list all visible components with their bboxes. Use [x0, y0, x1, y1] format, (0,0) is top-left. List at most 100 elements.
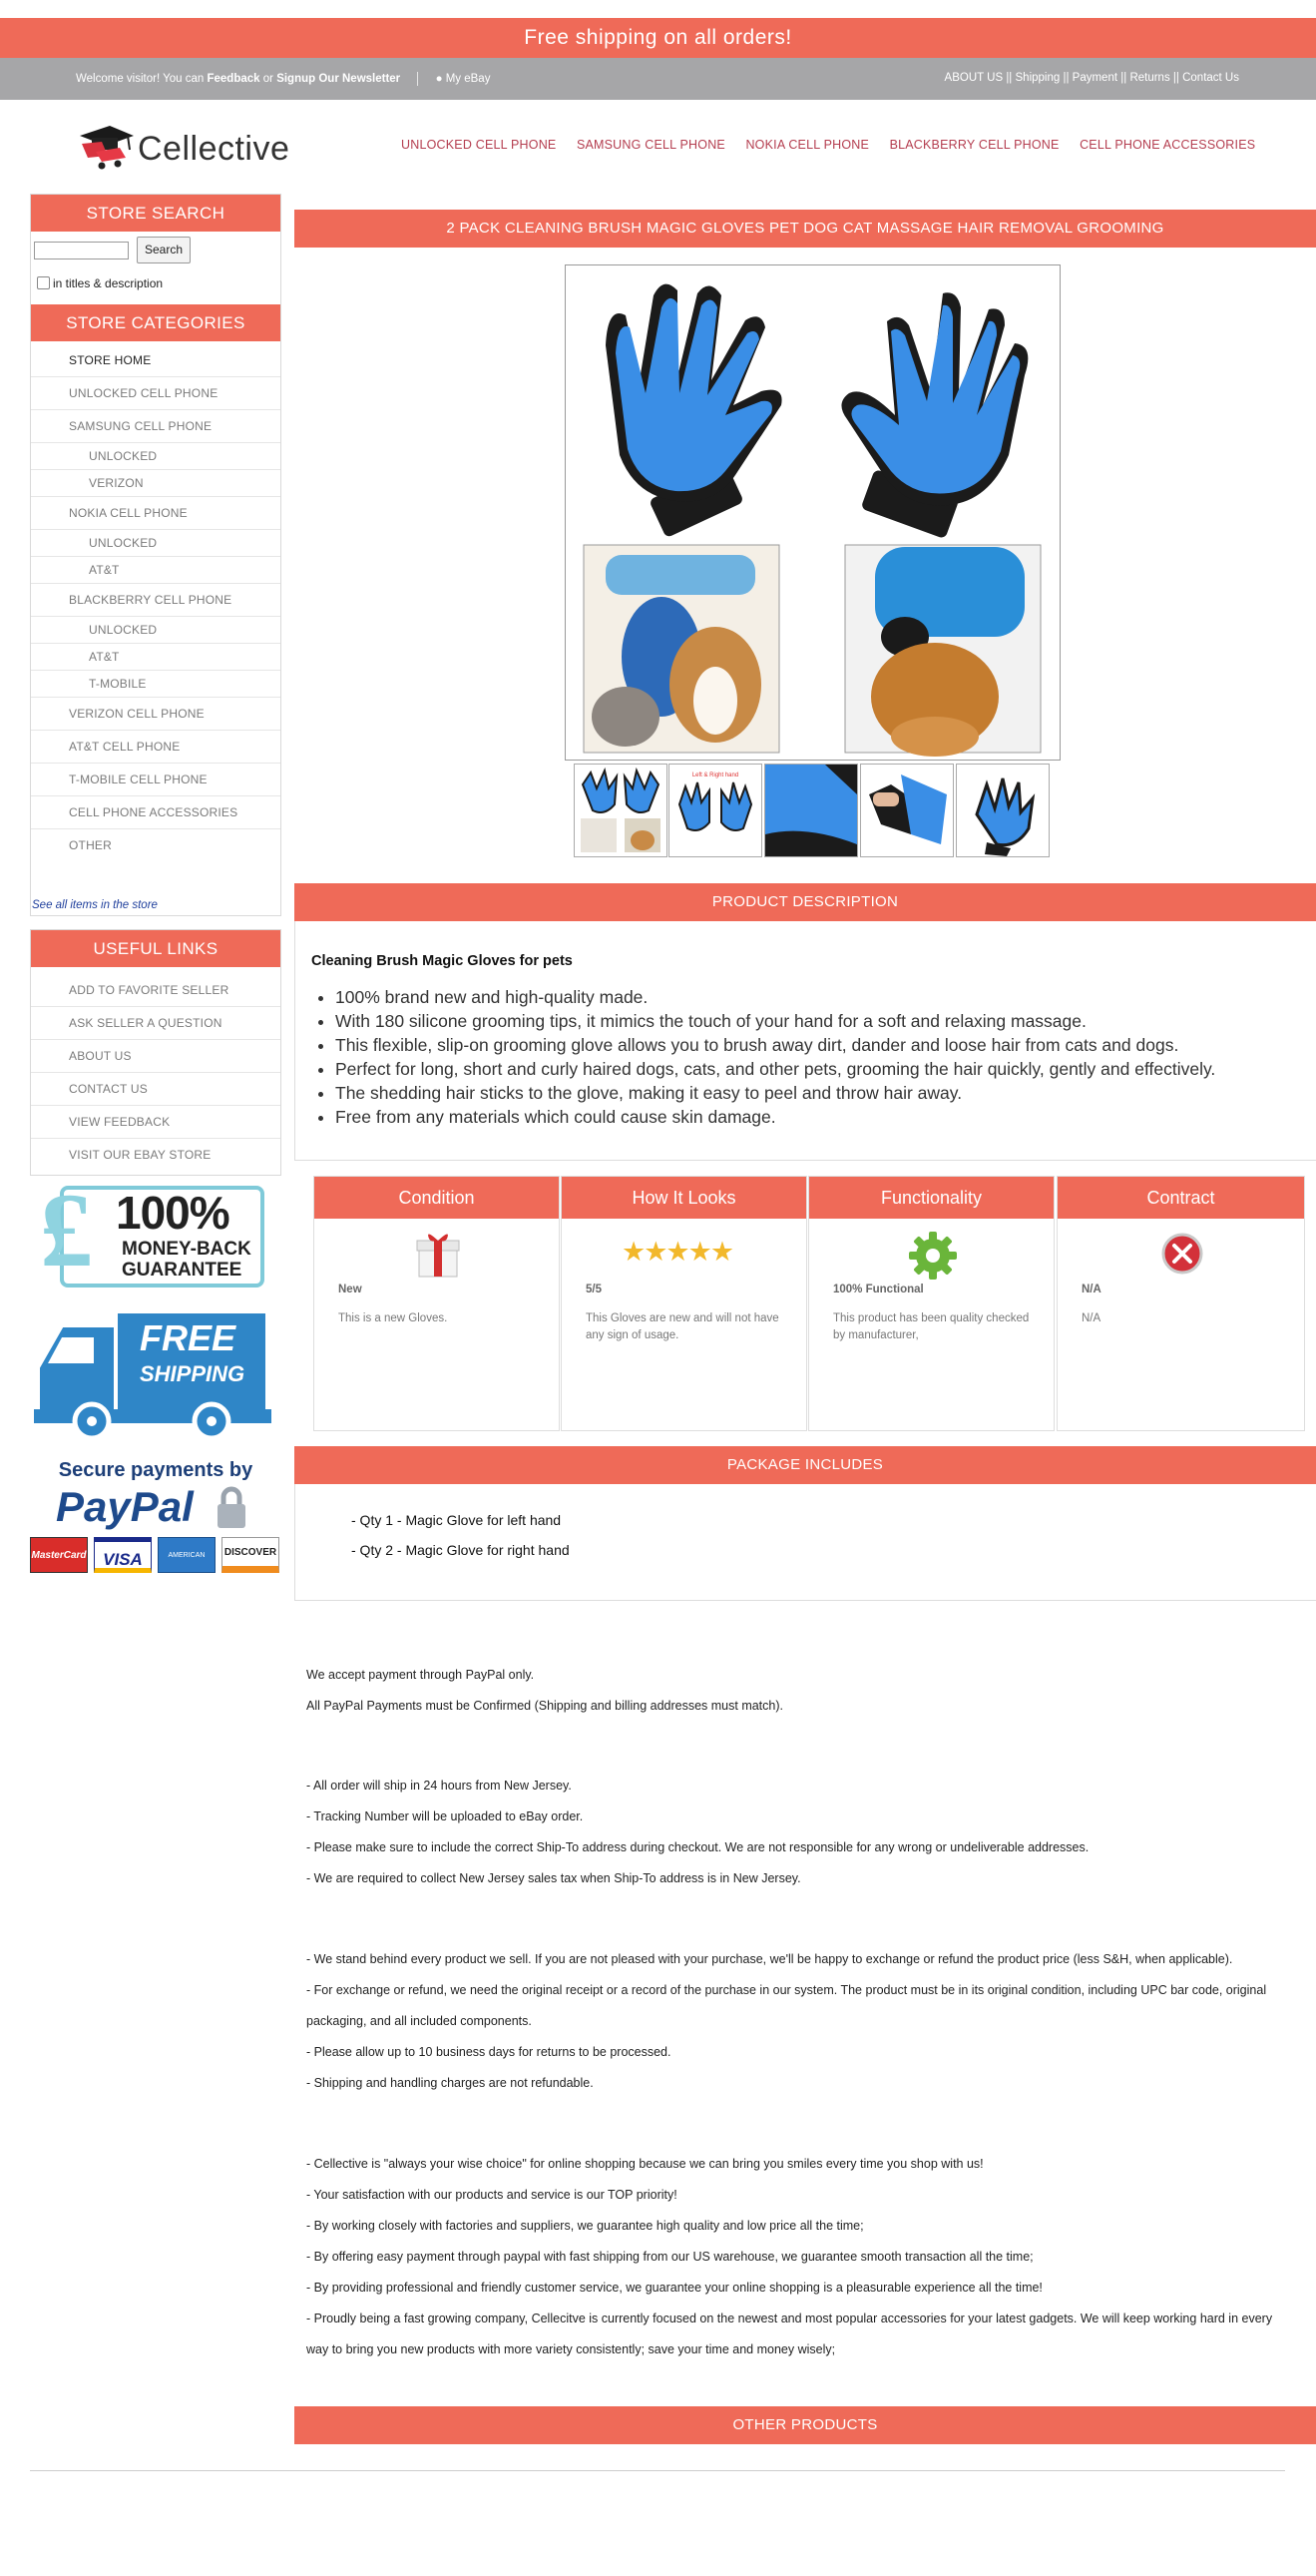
money-back-guarantee-badge: £ 100% MONEY-BACK GUARANTEE	[40, 1172, 267, 1291]
link-separator: ||	[1120, 72, 1127, 84]
category-item[interactable]: OTHER	[31, 829, 280, 862]
thumbnail-glove-hand-icon	[869, 774, 947, 844]
category-item[interactable]: CELL PHONE ACCESSORIES	[31, 796, 280, 829]
category-item[interactable]: SAMSUNG CELL PHONE	[31, 410, 280, 443]
store-logo[interactable]: Cellective	[76, 122, 305, 172]
nav-unlocked-cell-phone[interactable]: UNLOCKED CELL PHONE	[401, 138, 556, 152]
feature-header: How It Looks	[562, 1177, 806, 1219]
thumbnail-single-glove-icon	[975, 777, 1036, 856]
lock-icon	[218, 1486, 245, 1528]
store-categories-header: STORE CATEGORIES	[31, 304, 280, 341]
category-item[interactable]: UNLOCKED	[31, 530, 280, 557]
category-item[interactable]: UNLOCKED	[31, 617, 280, 644]
description-bullet: Free from any materials which could caus…	[335, 1105, 1215, 1129]
main-product-image[interactable]	[565, 264, 1061, 761]
link-separator: ||	[1006, 72, 1013, 84]
category-item[interactable]: T-MOBILE CELL PHONE	[31, 764, 280, 796]
american-express-logo: AMERICAN EXPRESS	[158, 1537, 216, 1595]
nav-nokia-cell-phone[interactable]: NOKIA CELL PHONE	[745, 138, 869, 152]
link-separator: ||	[1172, 72, 1179, 84]
gear-icon	[909, 1232, 957, 1280]
category-item[interactable]: UNLOCKED CELL PHONE	[31, 377, 280, 410]
header-link-returns[interactable]: Returns	[1129, 72, 1169, 84]
description-bullets: 100% brand new and high-quality made. Wi…	[307, 985, 1215, 1129]
store-search-button[interactable]: Search	[137, 237, 191, 263]
other-products-header: OTHER PRODUCTS	[294, 2406, 1316, 2444]
header-link-about-us[interactable]: ABOUT US	[945, 72, 1004, 84]
nav-blackberry-cell-phone[interactable]: BLACKBERRY CELL PHONE	[890, 138, 1060, 152]
signup-newsletter-link[interactable]: Signup Our Newsletter	[276, 73, 400, 85]
product-description-body: Cleaning Brush Magic Gloves for pets 100…	[294, 921, 1316, 1161]
shipping-policy-line: - Please make sure to include the correc…	[306, 1840, 1090, 1854]
category-item[interactable]: BLACKBERRY CELL PHONE	[31, 584, 280, 617]
thumbnail-5[interactable]	[956, 764, 1050, 857]
feedback-link[interactable]: Feedback	[207, 73, 259, 85]
see-all-items-link[interactable]: See all items in the store	[32, 899, 158, 911]
header-link-payment[interactable]: Payment	[1073, 72, 1117, 84]
link-contact-us[interactable]: CONTACT US	[31, 1073, 280, 1106]
feature-title: 5/5	[586, 1284, 602, 1295]
discover-logo: DISCOVER	[221, 1537, 279, 1573]
mastercard-logo: MasterCard	[30, 1537, 88, 1573]
header-link-contact-us[interactable]: Contact Us	[1182, 72, 1239, 84]
about-store-line: - Cellective is "always your wise choice…	[306, 2157, 984, 2171]
gift-icon	[416, 1234, 460, 1278]
footer-divider	[30, 2470, 1285, 2471]
category-item[interactable]: AT&T	[31, 644, 280, 671]
about-store-line: - By providing professional and friendly…	[306, 2281, 1043, 2295]
category-item[interactable]: VERIZON CELL PHONE	[31, 698, 280, 731]
package-item: - Qty 1 - Magic Glove for left hand	[351, 1512, 562, 1528]
feature-header: Contract	[1058, 1177, 1304, 1219]
store-search-input[interactable]	[34, 242, 129, 259]
category-item[interactable]: VERIZON	[31, 470, 280, 497]
package-includes-header: PACKAGE INCLUDES	[294, 1446, 1316, 1484]
paypal-logo: PayPal	[56, 1483, 194, 1530]
free-shipping-banner: Free shipping on all orders!	[0, 18, 1316, 58]
thumbnail-2[interactable]: Left & Right hand	[668, 764, 762, 857]
link-add-to-favorite-seller[interactable]: ADD TO FAVORITE SELLER	[31, 974, 280, 1007]
link-separator: ||	[1063, 72, 1070, 84]
feature-text: This is a new Gloves.	[338, 1312, 448, 1324]
thumbnail-3[interactable]	[764, 764, 858, 857]
feature-header: Condition	[314, 1177, 559, 1219]
category-item[interactable]: AT&T CELL PHONE	[31, 731, 280, 764]
mortarboard-cart-icon	[80, 126, 134, 170]
thumbnail-gloves-icon	[581, 767, 660, 852]
nav-samsung-cell-phone[interactable]: SAMSUNG CELL PHONE	[577, 138, 725, 152]
feature-contract: Contract N/A N/A	[1057, 1176, 1305, 1431]
link-view-feedback[interactable]: VIEW FEEDBACK	[31, 1106, 280, 1139]
guarantee-line-1: MONEY-BACK	[122, 1239, 251, 1260]
useful-links-panel: USEFUL LINKS ADD TO FAVORITE SELLER ASK …	[30, 929, 281, 1176]
search-description-checkbox[interactable]	[37, 276, 50, 289]
category-item[interactable]: UNLOCKED	[31, 443, 280, 470]
package-item: - Qty 2 - Magic Glove for right hand	[351, 1542, 570, 1558]
description-bullet: 100% brand new and high-quality made.	[335, 985, 1215, 1009]
product-description-header: PRODUCT DESCRIPTION	[294, 883, 1316, 921]
description-bullet: The shedding hair sticks to the glove, m…	[335, 1081, 1215, 1105]
category-item[interactable]: STORE HOME	[31, 344, 280, 377]
returns-policy-line: - We stand behind every product we sell.…	[306, 1952, 1233, 1966]
link-about-us[interactable]: ABOUT US	[31, 1040, 280, 1073]
header-link-shipping[interactable]: Shipping	[1016, 72, 1061, 84]
feature-functionality: Functionality 100% Functional This produ…	[808, 1176, 1055, 1431]
payment-policy-line: We accept payment through PayPal only.	[306, 1668, 535, 1682]
thumbnail-4[interactable]	[860, 764, 954, 857]
feature-condition: Condition New This is a new Gloves.	[313, 1176, 560, 1431]
nav-cell-phone-accessories[interactable]: CELL PHONE ACCESSORIES	[1080, 138, 1255, 152]
link-visit-ebay-store[interactable]: VISIT OUR EBAY STORE	[31, 1139, 280, 1172]
feature-header: Functionality	[809, 1177, 1054, 1219]
category-item[interactable]: T-MOBILE	[31, 671, 280, 698]
category-item[interactable]: NOKIA CELL PHONE	[31, 497, 280, 530]
shipping-policy-line: - Tracking Number will be uploaded to eB…	[306, 1809, 584, 1823]
shipping-text: SHIPPING	[140, 1361, 245, 1386]
pound-sign-icon: £	[40, 1172, 93, 1288]
feature-how-it-looks: How It Looks ★★★★★ 5/5 This Gloves are n…	[561, 1176, 807, 1431]
sidebar-store-panel: STORE SEARCH Search in titles & descript…	[30, 194, 281, 916]
link-ask-seller-question[interactable]: ASK SELLER A QUESTION	[31, 1007, 280, 1040]
description-bullet: With 180 silicone grooming tips, it mimi…	[335, 1009, 1215, 1033]
category-item[interactable]: AT&T	[31, 557, 280, 584]
feature-title: 100% Functional	[833, 1284, 924, 1295]
my-ebay-link[interactable]: My eBay	[446, 73, 491, 85]
about-store-line: - By offering easy payment through paypa…	[306, 2250, 1034, 2264]
thumbnail-1[interactable]	[574, 764, 667, 857]
